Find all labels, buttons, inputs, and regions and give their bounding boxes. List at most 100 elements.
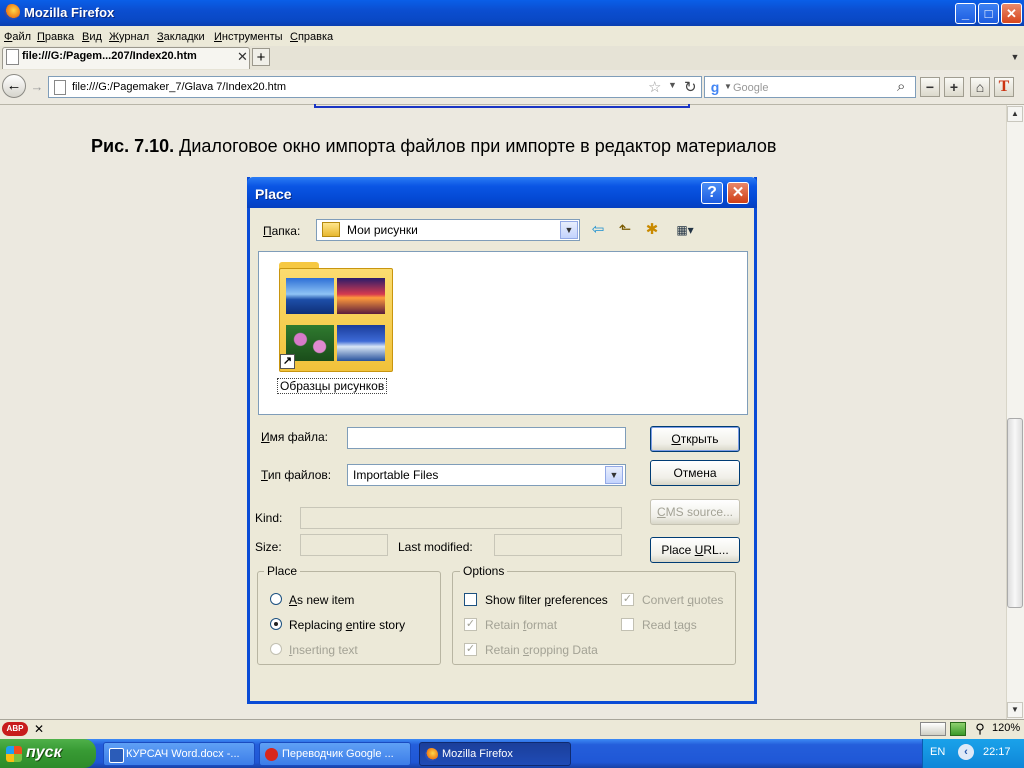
search-engine-dropdown-icon[interactable]: ▼ [724, 82, 732, 91]
minimize-button[interactable]: _ [955, 3, 976, 24]
retain-format-checkbox: ✓ [464, 618, 477, 631]
start-label[interactable]: пуск [26, 744, 62, 762]
dialog-title: Place [255, 186, 292, 202]
scroll-down-icon[interactable]: ▼ [1007, 702, 1023, 718]
new-folder-icon[interactable]: ✱ [641, 221, 663, 239]
taskbar-translator[interactable]: Переводчик Google ... [259, 742, 411, 766]
close-window-button[interactable]: ✕ [1001, 3, 1022, 24]
zoom-out-button[interactable]: − [920, 77, 940, 97]
folder-label: Папка: [263, 224, 301, 238]
translate-t-button[interactable]: T [994, 77, 1014, 97]
url-history-dropdown-icon[interactable]: ▼ [668, 80, 677, 90]
adblock-icon[interactable]: ABP [2, 722, 28, 736]
menu-help[interactable]: Справка [290, 31, 333, 43]
word-icon [109, 748, 124, 763]
menu-view[interactable]: Вид [82, 31, 102, 43]
taskbar-word[interactable]: КУРСАЧ Word.docx -... [103, 742, 255, 766]
replacing-entire-story-radio[interactable] [270, 618, 282, 630]
page-icon [6, 49, 19, 65]
folder-item-label[interactable]: Образцы рисунков [277, 378, 388, 394]
convert-quotes-label: Convert quotes [642, 593, 724, 607]
place-url-button[interactable]: Place URL... [650, 537, 740, 563]
read-tags-label: Read tags [642, 618, 697, 632]
back-button[interactable]: ← [2, 74, 26, 98]
help-button[interactable]: ? [701, 182, 723, 204]
url-text[interactable]: file:///G:/Pagemaker_7/Glava 7/Index20.h… [72, 81, 286, 93]
page-icon [54, 80, 66, 95]
filetype-dropdown-icon[interactable]: ▼ [605, 466, 623, 484]
tab-close-icon[interactable]: ✕ [237, 49, 248, 65]
tray-expand-icon[interactable]: ‹ [958, 744, 974, 760]
sample-pictures-folder-icon[interactable] [279, 262, 393, 372]
as-new-item-label[interactable]: As new item [289, 593, 354, 607]
menu-file[interactable]: Файл [4, 31, 31, 43]
retain-format-label: Retain format [485, 618, 558, 632]
last-modified-label: Last modified: [398, 540, 473, 554]
scroll-up-icon[interactable]: ▲ [1007, 106, 1023, 122]
maximize-button[interactable]: □ [978, 3, 999, 24]
view-menu-icon[interactable]: ▦▾ [670, 221, 700, 239]
filename-input[interactable] [347, 427, 626, 449]
filename-label: Имя файла: [261, 430, 328, 444]
zoom-icon[interactable]: ⚲ [972, 722, 988, 736]
tab-label: file:///G:/Pagem...207/Index20.htm [22, 50, 197, 62]
size-field [300, 534, 388, 556]
folder-dropdown-icon[interactable]: ▼ [560, 221, 578, 239]
addon-status-icon[interactable] [950, 722, 966, 736]
menu-history[interactable]: Журнал [109, 31, 149, 43]
inserting-text-radio [270, 643, 282, 655]
language-indicator[interactable]: EN [930, 746, 945, 758]
back-arrow-icon[interactable]: ⇦ [587, 221, 609, 239]
menu-edit[interactable]: Правка [37, 31, 74, 43]
reload-icon[interactable]: ↻ [684, 78, 697, 96]
dialog-titlebar [247, 177, 757, 208]
close-findbar-icon[interactable]: ✕ [34, 722, 44, 736]
search-icon[interactable]: ⌕ [897, 78, 905, 95]
cms-source-button: CMS source... [650, 499, 740, 525]
firefox-logo-icon [4, 4, 20, 20]
last-modified-field [494, 534, 622, 556]
home-button[interactable]: ⌂ [970, 77, 990, 97]
dialog-close-button[interactable]: ✕ [727, 182, 749, 204]
place-group-title: Place [264, 564, 301, 578]
page-scrollbar[interactable] [1006, 105, 1024, 719]
up-folder-icon[interactable]: ⬑ [614, 221, 636, 239]
new-tab-button[interactable]: + [252, 48, 270, 66]
firefox-icon [425, 748, 438, 761]
google-icon[interactable]: g [707, 79, 723, 95]
menu-bookmarks[interactable]: Закладки [157, 31, 205, 43]
shortcut-arrow-icon: ↗ [280, 354, 295, 369]
show-filter-preferences-label[interactable]: Show filter preferences [485, 593, 608, 607]
figure-caption: Рис. 7.10. Диалоговое окно импорта файло… [91, 136, 777, 156]
zoom-in-button[interactable]: + [944, 77, 964, 97]
zoom-level[interactable]: 120% [992, 722, 1020, 734]
window-title: Mozilla Firefox [24, 5, 115, 20]
status-bar [0, 719, 1024, 740]
folder-value: Мои рисунки [347, 223, 418, 237]
open-button[interactable]: Открыть [650, 426, 740, 452]
previous-figure-frame [314, 104, 690, 108]
show-filter-preferences-checkbox[interactable] [464, 593, 477, 606]
windows-logo-icon [6, 746, 22, 762]
retain-cropping-data-checkbox: ✓ [464, 643, 477, 656]
inserting-text-label: Inserting text [289, 643, 358, 657]
retain-cropping-data-label: Retain cropping Data [485, 643, 598, 657]
bookmark-star-icon[interactable]: ☆ [648, 78, 661, 96]
filetype-value: Importable Files [353, 468, 439, 482]
kind-label: Kind: [255, 511, 283, 525]
taskbar-firefox[interactable]: Mozilla Firefox [419, 742, 571, 766]
cancel-button[interactable]: Отмена [650, 460, 740, 486]
forward-button[interactable]: → [28, 78, 46, 96]
as-new-item-radio[interactable] [270, 593, 282, 605]
extension-menu-icon[interactable] [920, 722, 946, 736]
options-group-title: Options [460, 564, 508, 578]
tab-list-icon[interactable]: ▼ [1008, 48, 1022, 66]
scrollbar-thumb[interactable] [1007, 418, 1023, 608]
replacing-entire-story-label[interactable]: Replacing entire story [289, 618, 405, 632]
pictures-folder-icon [322, 222, 340, 237]
menu-tools[interactable]: Инструменты [214, 31, 283, 43]
search-placeholder[interactable]: Google [733, 82, 768, 94]
convert-quotes-checkbox: ✓ [621, 593, 634, 606]
size-label: Size: [255, 540, 282, 554]
clock: 22:17 [983, 746, 1011, 758]
